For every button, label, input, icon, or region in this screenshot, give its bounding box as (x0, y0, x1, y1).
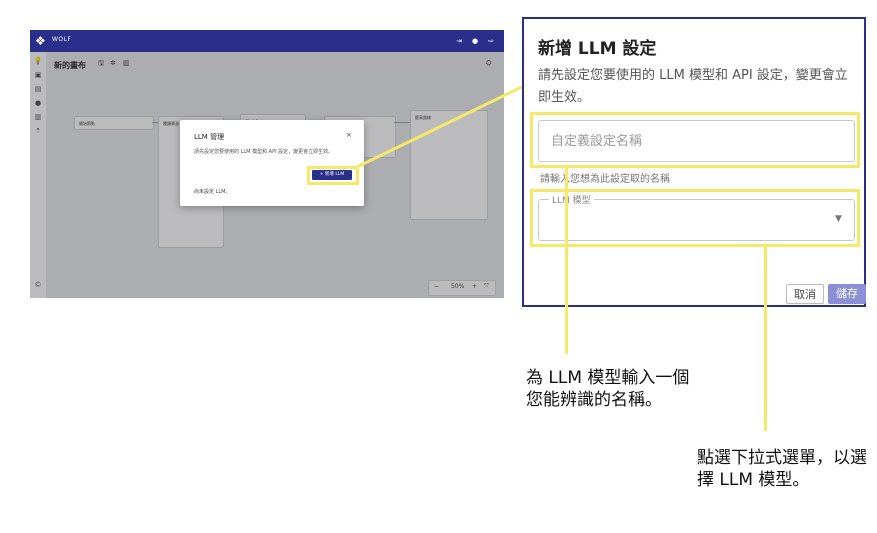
name-hint-annotation: 為 LLM 模型輸入一個您能辨識的名稱。 (526, 368, 690, 410)
name-callout-line (565, 168, 568, 354)
model-callout-line (764, 247, 767, 431)
save-button[interactable]: 儲存 (828, 284, 866, 304)
setting-name-helper: 請輸入您想為此設定取的名稱 (540, 174, 670, 185)
connector-line (356, 82, 529, 169)
cancel-button[interactable]: 取消 (786, 284, 824, 304)
model-select-highlight (530, 189, 860, 247)
model-hint-annotation: 點選下拉式選單，以選擇 LLM 模型。 (697, 448, 867, 490)
name-field-highlight (530, 112, 860, 168)
dialog-description: 請先設定您要使用的 LLM 模型和 API 設定，變更會立即生效。 (538, 68, 848, 105)
dialog-title: 新增 LLM 設定 (538, 39, 657, 59)
